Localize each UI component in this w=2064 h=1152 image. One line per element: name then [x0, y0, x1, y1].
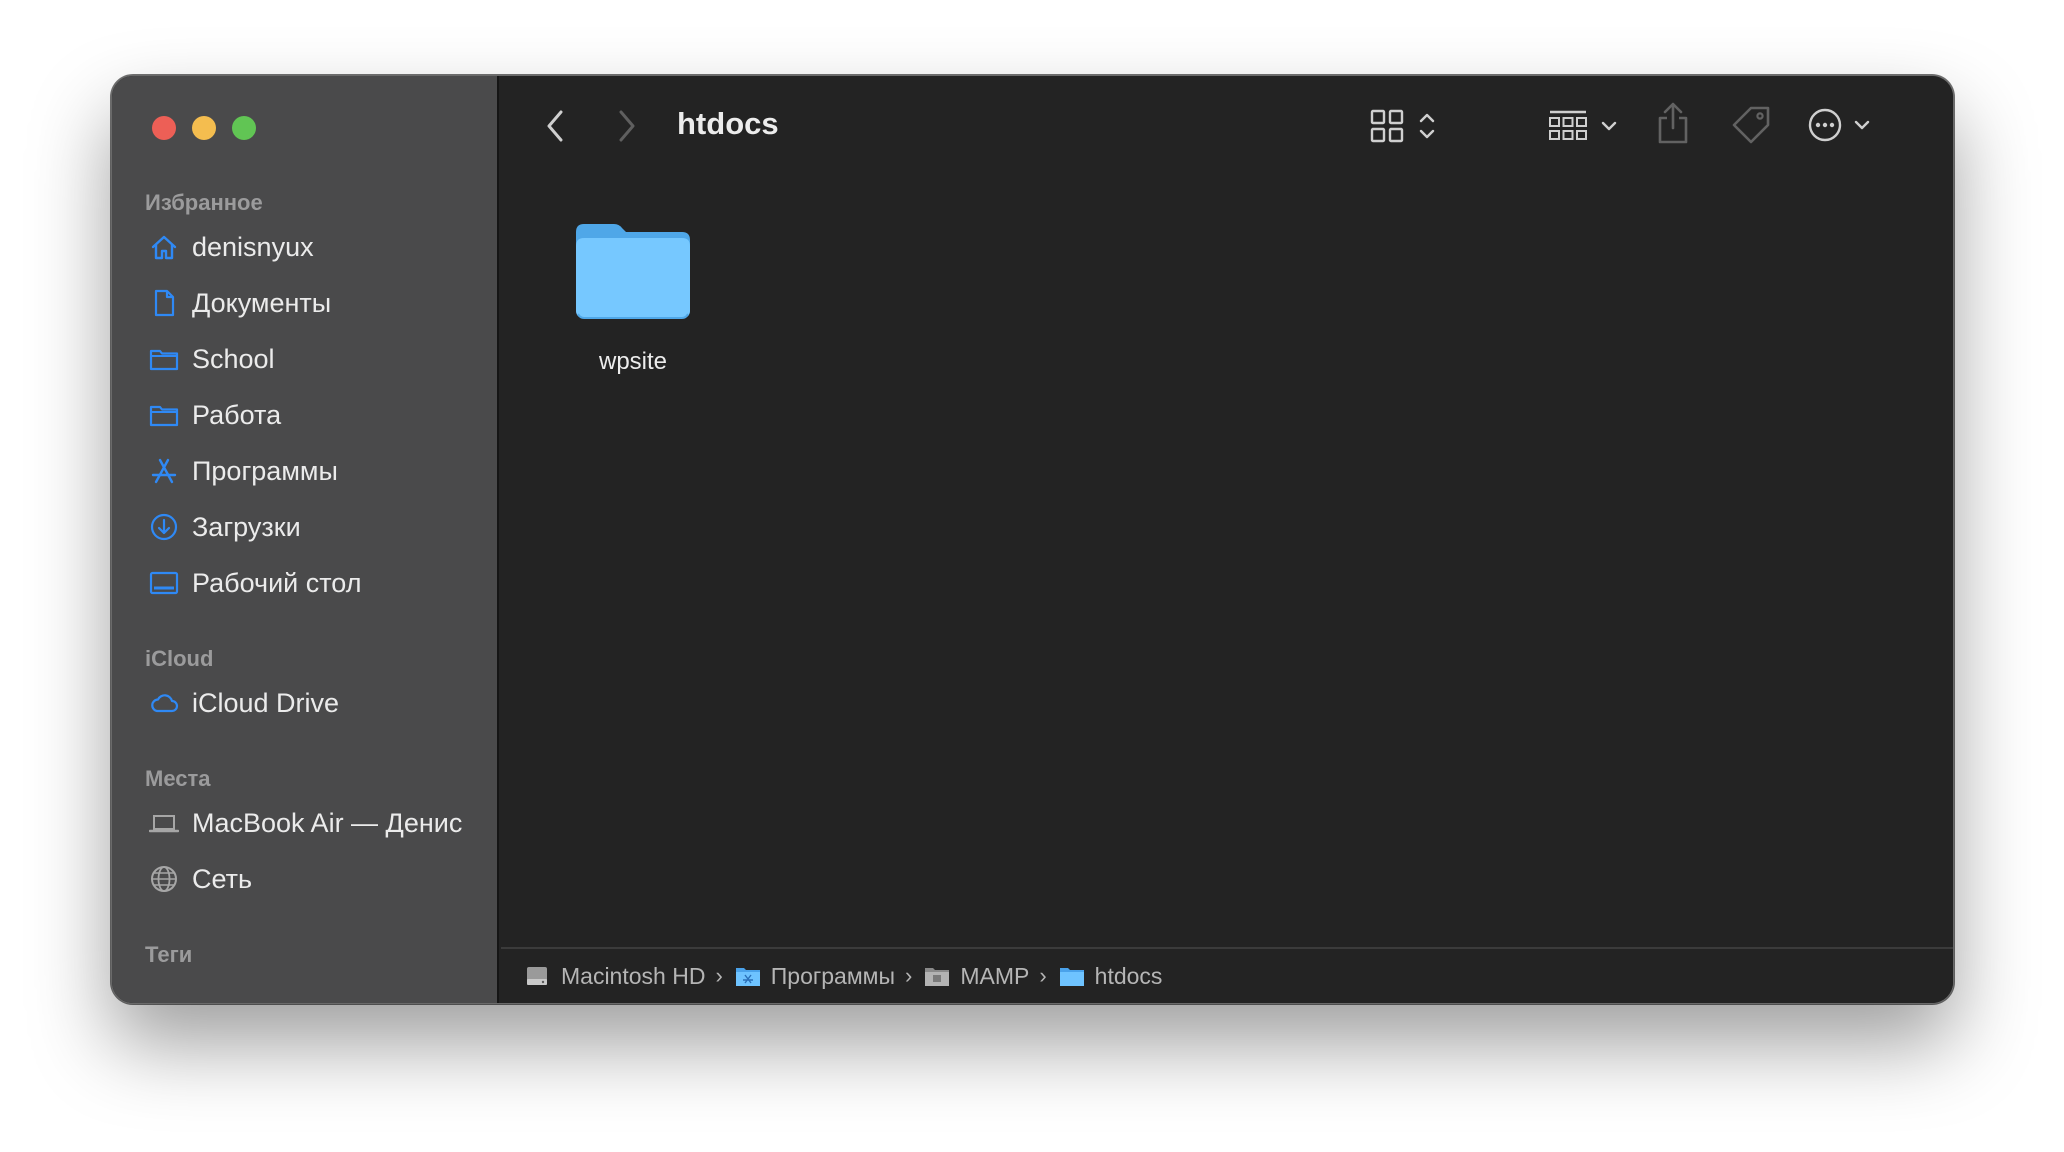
disk-icon: [525, 965, 551, 987]
sidebar-item-desktop[interactable]: Рабочий стол: [134, 559, 484, 607]
sidebar-item-label: Рабочий стол: [192, 567, 362, 598]
applications-folder-icon: [735, 965, 761, 987]
folder-icon: [924, 965, 950, 987]
sidebar-item-label: Документы: [192, 287, 332, 318]
path-crumb-applications[interactable]: Программы: [735, 963, 895, 990]
sidebar-section-favorites: Избранное: [145, 190, 263, 215]
sidebar-item-icloud-drive[interactable]: iCloud Drive: [134, 679, 484, 727]
cloud-icon: [146, 687, 182, 719]
sidebar-item-documents[interactable]: Документы: [134, 279, 484, 327]
tag-icon: [1732, 106, 1770, 144]
sidebar-item-school[interactable]: School: [134, 335, 484, 383]
downloads-icon: [146, 511, 182, 543]
group-grid-icon: [1549, 110, 1617, 140]
sidebar-item-label: denisnyux: [192, 231, 314, 262]
file-item-wpsite[interactable]: wpsite: [563, 216, 703, 376]
more-actions-button[interactable]: [1807, 102, 1879, 148]
sidebar-item-home[interactable]: denisnyux: [134, 223, 484, 271]
home-icon: [146, 231, 182, 263]
sidebar-item-work[interactable]: Работа: [134, 391, 484, 439]
desktop-icon: [146, 567, 182, 599]
tag-button[interactable]: [1729, 102, 1773, 148]
minimize-window-button[interactable]: [192, 116, 216, 140]
folder-icon: [146, 343, 182, 375]
sidebar-item-label: iCloud Drive: [192, 687, 340, 718]
sidebar-section-icloud: iCloud: [145, 646, 214, 671]
sidebar: Избранное denisnyux Документы School Раб…: [112, 76, 499, 1003]
path-crumb-htdocs[interactable]: htdocs: [1059, 962, 1163, 990]
chevron-right-icon: ›: [905, 963, 913, 988]
back-button[interactable]: [535, 106, 575, 146]
path-crumb-label: Программы: [770, 962, 896, 989]
sidebar-item-label: Работа: [192, 399, 282, 430]
folder-icon: [1059, 965, 1085, 987]
view-mode-button[interactable]: [1369, 106, 1443, 146]
close-window-button[interactable]: [152, 116, 176, 140]
path-crumb-label: htdocs: [1094, 962, 1163, 989]
toolbar: htdocs: [501, 76, 1953, 178]
sidebar-item-label: Сеть: [192, 863, 253, 894]
path-bar: Macintosh HD › Программы › MAMP › htdocs: [501, 947, 1953, 1003]
path-crumb-label: MAMP: [960, 962, 1030, 989]
traffic-lights: [152, 116, 256, 140]
document-icon: [146, 287, 182, 319]
sidebar-item-label: MacBook Air — Денис: [192, 807, 463, 838]
path-crumb-macintosh-hd[interactable]: Macintosh HD: [525, 963, 705, 990]
folder-icon: [146, 399, 182, 431]
path-crumb-mamp[interactable]: MAMP: [924, 963, 1029, 990]
main-content: htdocs wpsite Macintosh HD › Программы ›…: [501, 76, 1953, 1003]
applications-icon: [146, 455, 182, 487]
sidebar-item-downloads[interactable]: Загрузки: [134, 503, 484, 551]
sidebar-section-places: Места: [145, 766, 211, 791]
chevron-right-icon: ›: [1039, 963, 1047, 988]
network-icon: [146, 863, 182, 895]
sidebar-item-network[interactable]: Сеть: [134, 855, 484, 903]
sidebar-section-tags: Теги: [145, 942, 193, 967]
group-button[interactable]: [1547, 106, 1625, 146]
folder-icon: [576, 224, 690, 319]
chevron-right-icon: ›: [715, 963, 723, 988]
file-item-label: wpsite: [598, 348, 668, 375]
sidebar-item-macbook[interactable]: MacBook Air — Денис: [134, 799, 484, 847]
sidebar-item-label: Загрузки: [192, 511, 301, 542]
sidebar-item-label: School: [192, 343, 275, 374]
forward-button[interactable]: [607, 106, 647, 146]
chevron-left-icon: [547, 110, 563, 142]
ellipsis-circle-icon: [1808, 108, 1870, 142]
sidebar-item-label: Программы: [192, 455, 338, 486]
chevron-right-icon: [619, 110, 635, 142]
sidebar-item-applications[interactable]: Программы: [134, 447, 484, 495]
share-button[interactable]: [1653, 98, 1693, 148]
zoom-window-button[interactable]: [232, 116, 256, 140]
icon-view-grid-icon: [1370, 109, 1435, 143]
finder-window: Избранное denisnyux Документы School Раб…: [111, 75, 1954, 1004]
share-icon: [1658, 102, 1688, 144]
laptop-icon: [146, 807, 182, 839]
path-crumb-label: Macintosh HD: [561, 962, 706, 989]
window-title: htdocs: [677, 106, 779, 141]
